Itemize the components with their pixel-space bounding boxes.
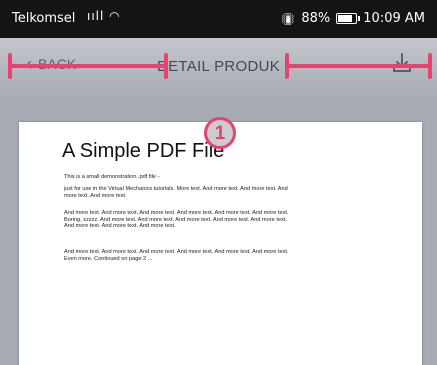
annotation-bracket-left (10, 64, 166, 68)
annotation-badge: 1 (204, 117, 236, 149)
annotation-tick (428, 53, 432, 79)
pdf-paragraph: And more text. And more text. And more t… (64, 210, 289, 230)
pdf-paragraph: This is a small demonstration .pdf file … (64, 174, 160, 180)
pdf-page: A Simple PDF File This is a small demons… (19, 122, 422, 365)
status-right: 📳︎ 88% 10:09 AM (280, 11, 425, 26)
pdf-paragraph: just for use in the Virtual Mechanics tu… (64, 186, 288, 199)
carrier-name: Telkomsel (12, 11, 76, 26)
pdf-paragraph: And more text. And more text. And more t… (64, 249, 289, 262)
vibrate-icon: 📳︎ (280, 11, 296, 26)
battery-icon (336, 13, 361, 24)
pdf-title: A Simple PDF File (62, 140, 225, 162)
annotation-tick (285, 53, 289, 79)
clock: 10:09 AM (363, 11, 425, 26)
status-bar: Telkomsel ııll ◠ 📳︎ 88% 10:09 AM (0, 0, 437, 38)
battery-percent: 88% (301, 11, 331, 26)
signal-wifi-icon: ııll ◠ (87, 9, 121, 23)
annotation-tick (8, 53, 12, 79)
annotation-bracket-right (287, 64, 430, 68)
annotation-tick (164, 53, 168, 79)
